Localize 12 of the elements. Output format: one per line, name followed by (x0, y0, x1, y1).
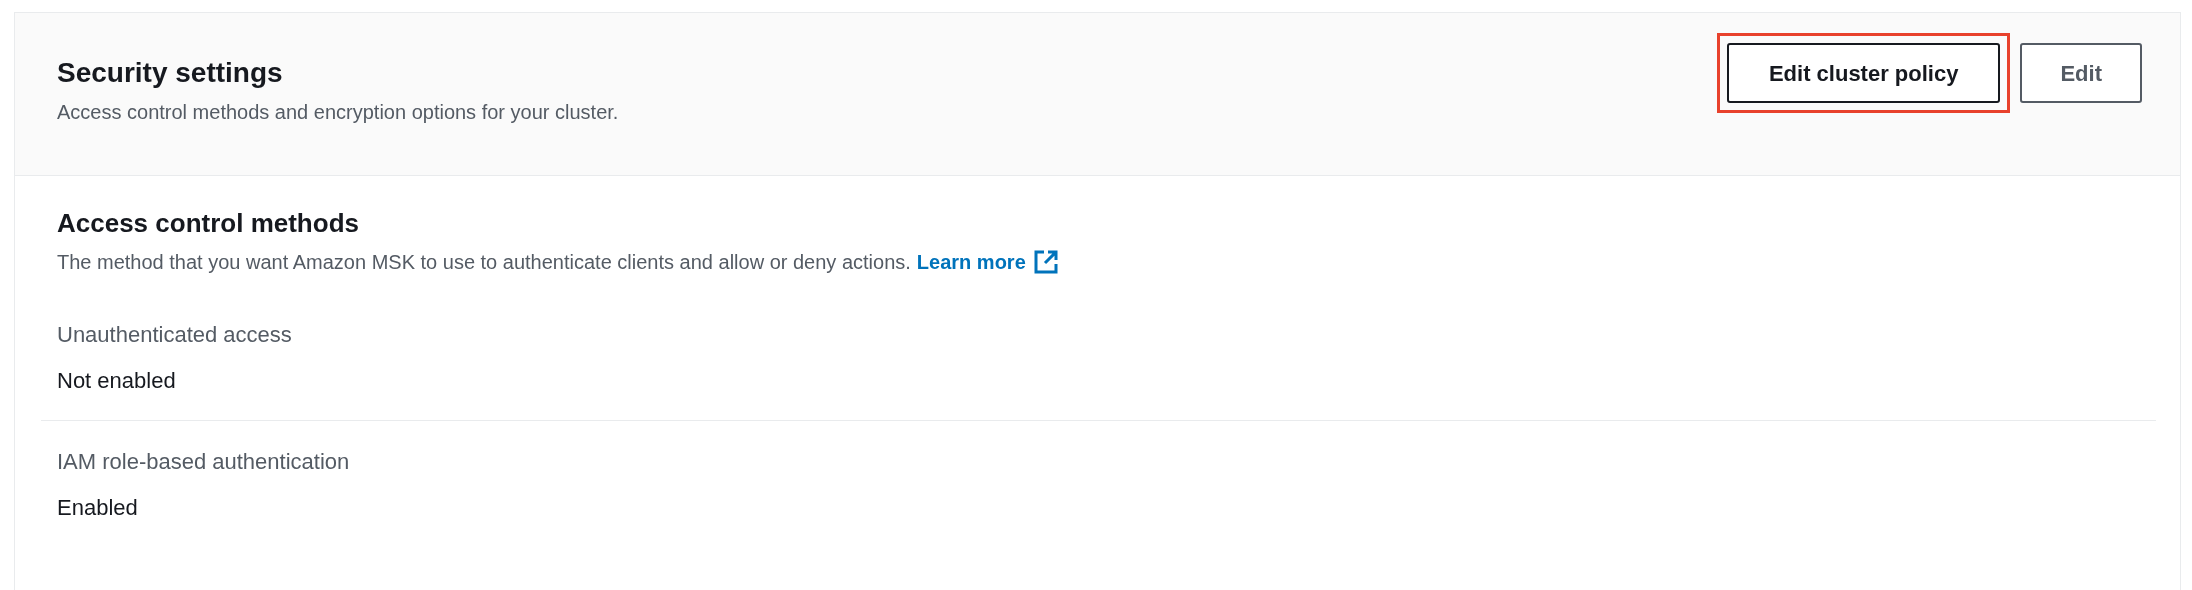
panel-title: Security settings (57, 56, 284, 90)
field-value: Enabled (57, 494, 139, 522)
section-description: The method that you want Amazon MSK to use to authenticate clients and allow or deny actions. (57, 250, 911, 275)
panel-description: Access control methods and encryption options for your cluster. (57, 100, 619, 125)
field-label: Unauthenticated access (57, 321, 293, 349)
edit-button[interactable]: Edit (2020, 43, 2142, 103)
field-value: Not enabled (57, 367, 177, 395)
learn-more-link[interactable]: Learn more (916, 248, 1058, 276)
edit-button[interactable]: Edit cluster policy (1726, 43, 2001, 103)
external-link-icon (1033, 250, 1058, 274)
field-label: IAM role-based authentication (57, 448, 351, 476)
section-title: Access control methods (57, 207, 360, 240)
